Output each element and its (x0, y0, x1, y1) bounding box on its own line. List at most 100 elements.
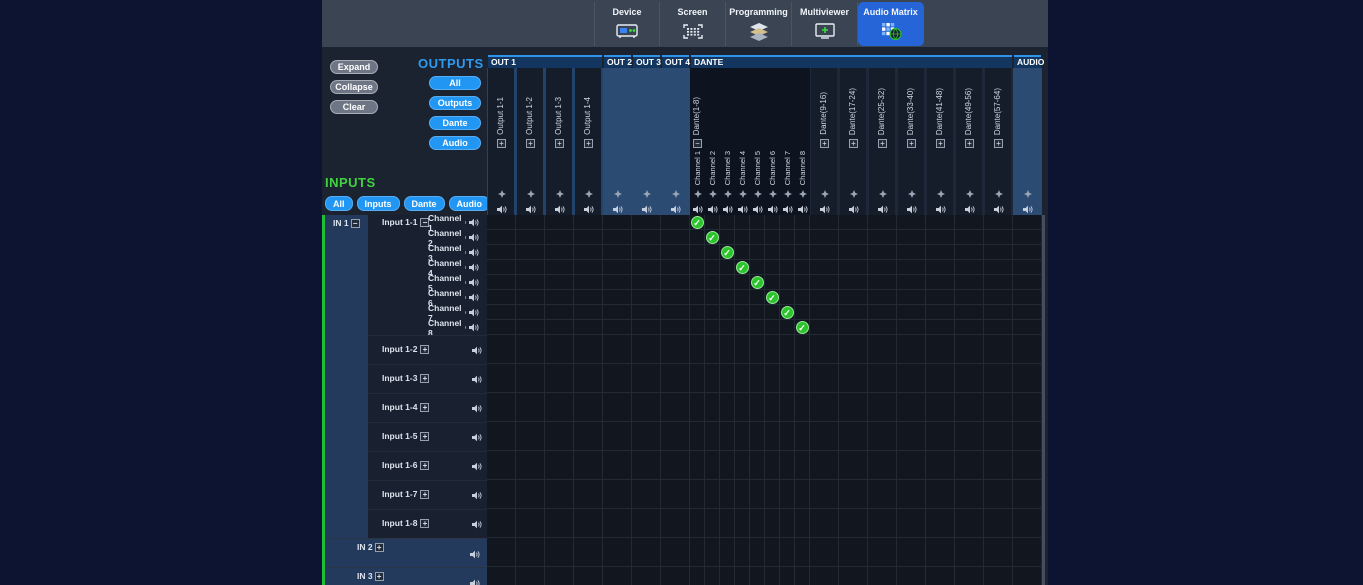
tab-programming[interactable]: Programming (726, 2, 792, 46)
matrix-cell[interactable] (897, 538, 926, 566)
expand-toggle[interactable]: + (526, 139, 535, 148)
matrix-cell[interactable] (487, 215, 516, 229)
matrix-cell[interactable] (1013, 451, 1042, 479)
matrix-cell[interactable] (926, 538, 955, 566)
speaker-icon[interactable] (472, 404, 482, 413)
outputs-filter-outputs[interactable]: Outputs (429, 96, 481, 110)
speaker-icon[interactable] (783, 205, 793, 214)
matrix-cell[interactable] (750, 305, 765, 319)
gain-icon[interactable] (709, 185, 717, 203)
matrix-cell[interactable] (955, 567, 984, 585)
connection-check-icon[interactable]: ✓ (751, 276, 764, 289)
matrix-cell[interactable] (765, 320, 780, 334)
matrix-cell[interactable] (516, 451, 545, 479)
vertical-scrollbar[interactable] (1042, 215, 1045, 585)
matrix-cell[interactable] (839, 538, 868, 566)
matrix-cell[interactable] (780, 422, 795, 450)
matrix-cell[interactable] (574, 422, 603, 450)
matrix-cell[interactable] (926, 422, 955, 450)
matrix-cell[interactable] (926, 260, 955, 274)
speaker-icon[interactable] (584, 205, 594, 214)
speaker-icon[interactable] (472, 375, 482, 384)
row-group-in-3[interactable]: IN 3+ (325, 567, 487, 585)
matrix-cell[interactable] (765, 335, 780, 363)
gain-icon[interactable] (643, 185, 651, 203)
matrix-cell[interactable] (545, 215, 574, 229)
matrix-cell[interactable] (810, 364, 839, 392)
matrix-cell[interactable] (735, 245, 750, 259)
matrix-cell[interactable] (984, 230, 1013, 244)
matrix-cell[interactable] (765, 538, 780, 566)
matrix-cell[interactable] (720, 305, 735, 319)
matrix-cell[interactable] (574, 275, 603, 289)
matrix-cell[interactable] (955, 538, 984, 566)
matrix-cell[interactable] (897, 364, 926, 392)
gain-icon[interactable] (585, 185, 593, 203)
matrix-cell[interactable] (955, 422, 984, 450)
speaker-icon[interactable] (693, 205, 703, 214)
matrix-cell[interactable] (545, 422, 574, 450)
matrix-cell[interactable] (487, 393, 516, 421)
matrix-cell[interactable] (661, 393, 690, 421)
matrix-cell[interactable] (487, 275, 516, 289)
matrix-cell[interactable] (603, 480, 632, 508)
connection-check-icon[interactable]: ✓ (691, 216, 704, 229)
matrix-cell[interactable] (735, 290, 750, 304)
matrix-cell[interactable] (705, 335, 720, 363)
matrix-cell[interactable] (720, 260, 735, 274)
expand-toggle[interactable]: + (584, 139, 593, 148)
matrix-cell[interactable] (487, 480, 516, 508)
matrix-cell[interactable] (603, 290, 632, 304)
speaker-icon[interactable] (470, 579, 480, 585)
matrix-cell[interactable] (868, 305, 897, 319)
gain-icon[interactable] (937, 185, 945, 203)
matrix-cell[interactable] (897, 480, 926, 508)
gain-icon[interactable] (784, 185, 792, 203)
speaker-icon[interactable] (936, 205, 946, 214)
expand-toggle[interactable]: + (420, 374, 429, 383)
matrix-cell[interactable] (487, 320, 516, 334)
expand-toggle[interactable]: + (497, 139, 506, 148)
matrix-cell[interactable] (574, 509, 603, 537)
matrix-cell[interactable] (984, 215, 1013, 229)
matrix-cell[interactable] (705, 290, 720, 304)
matrix-cell[interactable] (720, 393, 735, 421)
matrix-cell[interactable] (868, 215, 897, 229)
matrix-cell[interactable] (897, 245, 926, 259)
matrix-cell[interactable] (661, 335, 690, 363)
matrix-cell[interactable] (545, 451, 574, 479)
matrix-cell[interactable] (574, 335, 603, 363)
matrix-cell[interactable] (705, 364, 720, 392)
outputs-filter-dante[interactable]: Dante (429, 116, 481, 130)
matrix-cell[interactable] (661, 320, 690, 334)
matrix-cell[interactable] (984, 245, 1013, 259)
matrix-cell[interactable] (868, 567, 897, 585)
matrix-cell[interactable] (780, 451, 795, 479)
speaker-icon[interactable] (642, 205, 652, 214)
matrix-cell[interactable] (705, 245, 720, 259)
matrix-cell[interactable] (750, 364, 765, 392)
speaker-icon[interactable] (472, 491, 482, 500)
matrix-cell[interactable] (574, 451, 603, 479)
matrix-cell[interactable] (926, 215, 955, 229)
speaker-icon[interactable] (878, 205, 888, 214)
matrix-cell[interactable] (632, 422, 661, 450)
matrix-cell[interactable] (661, 451, 690, 479)
matrix-cell[interactable] (720, 538, 735, 566)
matrix-cell[interactable] (690, 538, 705, 566)
matrix-cell[interactable] (897, 215, 926, 229)
matrix-cell[interactable] (984, 320, 1013, 334)
matrix-cell[interactable] (632, 480, 661, 508)
matrix-cell[interactable] (955, 230, 984, 244)
matrix-cell[interactable] (516, 335, 545, 363)
matrix-cell[interactable] (574, 245, 603, 259)
input-row-input-1-7[interactable]: Input 1-7+ (368, 480, 487, 509)
matrix-cell[interactable] (839, 275, 868, 289)
matrix-cell[interactable] (810, 480, 839, 508)
speaker-icon[interactable] (526, 205, 536, 214)
gain-icon[interactable] (724, 185, 732, 203)
matrix-cell[interactable] (516, 480, 545, 508)
matrix-cell[interactable] (516, 230, 545, 244)
matrix-cell[interactable] (735, 335, 750, 363)
matrix-cell[interactable] (574, 393, 603, 421)
